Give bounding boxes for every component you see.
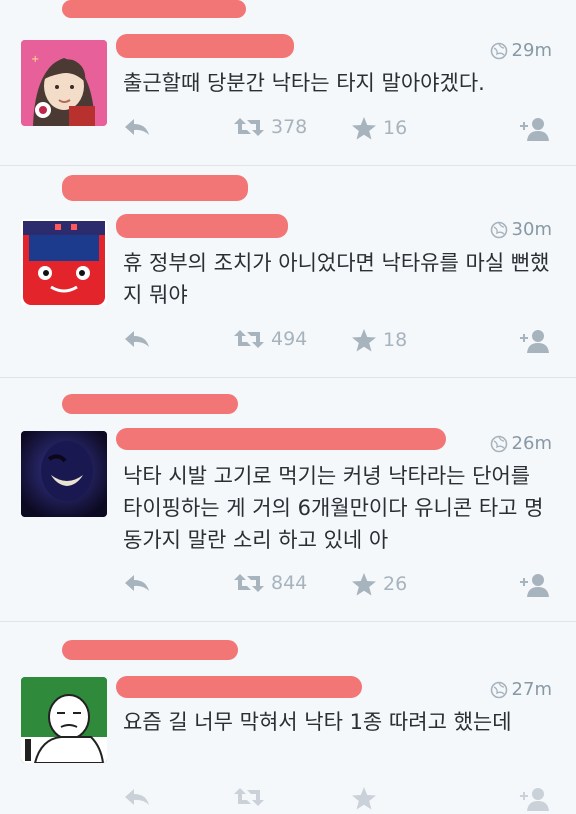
svg-text:+: + <box>31 54 39 65</box>
redacted-header-name <box>62 0 246 18</box>
avatar-illustration: + <box>21 40 107 126</box>
tweet-actions: 844 26 <box>123 572 553 600</box>
follow-icon <box>520 118 549 141</box>
favorite-icon <box>352 573 376 596</box>
tweet-actions: 378 16 <box>123 116 553 144</box>
reply-icon <box>125 119 149 135</box>
globe-icon <box>490 42 507 59</box>
follow-button[interactable] <box>515 572 549 598</box>
retweet-count: 494 <box>271 328 308 350</box>
tweet-text: 요즘 길 너무 막혀서 낙타 1종 따려고 했는데 <box>123 710 512 734</box>
tweet-1[interactable]: + 29m 출근할때 당분간 낙타는 타지 말아야겠다. 378 16 <box>0 0 576 166</box>
favorite-icon <box>352 787 376 810</box>
favorite-icon <box>352 329 376 352</box>
avatar[interactable] <box>21 677 107 763</box>
tweet-time: 30m <box>490 219 552 240</box>
tweet-time: 29m <box>490 40 552 61</box>
time-label: 27m <box>511 679 552 700</box>
retweet-icon <box>234 788 264 806</box>
avatar[interactable]: + <box>21 40 107 126</box>
avatar[interactable] <box>21 219 107 305</box>
avatar-illustration <box>21 677 107 763</box>
timeline: + 29m 출근할때 당분간 낙타는 타지 말아야겠다. 378 16 30m … <box>0 0 576 811</box>
redacted-header-name <box>62 640 238 660</box>
follow-button[interactable] <box>515 328 549 354</box>
favorite-icon <box>352 117 376 140</box>
follow-icon <box>520 788 549 811</box>
follow-button[interactable] <box>515 786 549 812</box>
favorite-button[interactable]: 26 <box>351 572 407 596</box>
tweet-text: 휴 정부의 조치가 아니었다면 낙타유를 마실 뻔했지 뭐야 <box>123 251 550 307</box>
redacted-user-name <box>116 214 288 238</box>
avatar-illustration <box>21 219 107 305</box>
reply-icon <box>125 575 149 591</box>
tweet-time: 26m <box>490 433 552 454</box>
redacted-user-name <box>116 34 294 58</box>
favorite-button[interactable]: 18 <box>351 328 407 352</box>
retweet-button[interactable]: 494 <box>233 328 307 350</box>
tweet-actions: 494 18 <box>123 328 553 356</box>
retweet-icon <box>234 574 264 592</box>
tweet-2[interactable]: 30m 휴 정부의 조치가 아니었다면 낙타유를 마실 뻔했지 뭐야 494 1… <box>0 166 576 378</box>
reply-button[interactable] <box>123 328 151 350</box>
retweet-count: 378 <box>271 116 308 138</box>
reply-icon <box>125 331 149 347</box>
reply-icon <box>125 789 149 805</box>
retweet-icon <box>234 330 264 348</box>
favorite-count: 26 <box>383 573 408 595</box>
tweet-4[interactable]: 27m 요즘 길 너무 막혀서 낙타 1종 따려고 했는데 <box>0 622 576 811</box>
globe-icon <box>490 435 507 452</box>
reply-button[interactable] <box>123 116 151 138</box>
retweet-button[interactable]: 378 <box>233 116 307 138</box>
follow-icon <box>520 574 549 597</box>
tweet-time: 27m <box>490 679 552 700</box>
favorite-count: 16 <box>383 117 408 139</box>
globe-icon <box>490 221 507 238</box>
favorite-count: 18 <box>383 329 408 351</box>
retweet-icon <box>234 118 264 136</box>
redacted-user-name <box>116 428 446 450</box>
follow-icon <box>520 330 549 353</box>
tweet-text: 낙타 시발 고기로 먹기는 커녕 낙타라는 단어를 타이핑하는 게 거의 6개월… <box>123 464 544 552</box>
reply-button[interactable] <box>123 572 151 594</box>
time-label: 26m <box>511 433 552 454</box>
retweet-count: 844 <box>271 572 308 594</box>
globe-icon <box>490 681 507 698</box>
avatar[interactable] <box>21 431 107 517</box>
retweet-button[interactable]: 844 <box>233 572 307 594</box>
redacted-user-name <box>116 676 362 698</box>
tweet-text: 출근할때 당분간 낙타는 타지 말아야겠다. <box>123 71 485 95</box>
time-label: 29m <box>511 40 552 61</box>
favorite-button[interactable]: 16 <box>351 116 407 140</box>
redacted-header-name <box>62 175 248 201</box>
avatar-illustration <box>21 431 107 517</box>
retweet-button[interactable] <box>233 786 265 808</box>
reply-button[interactable] <box>123 786 151 808</box>
favorite-button[interactable] <box>351 786 377 810</box>
follow-button[interactable] <box>515 116 549 142</box>
time-label: 30m <box>511 219 552 240</box>
tweet-actions <box>123 786 553 814</box>
tweet-3[interactable]: 26m 낙타 시발 고기로 먹기는 커녕 낙타라는 단어를 타이핑하는 게 거의… <box>0 378 576 622</box>
redacted-header-name <box>62 394 238 414</box>
